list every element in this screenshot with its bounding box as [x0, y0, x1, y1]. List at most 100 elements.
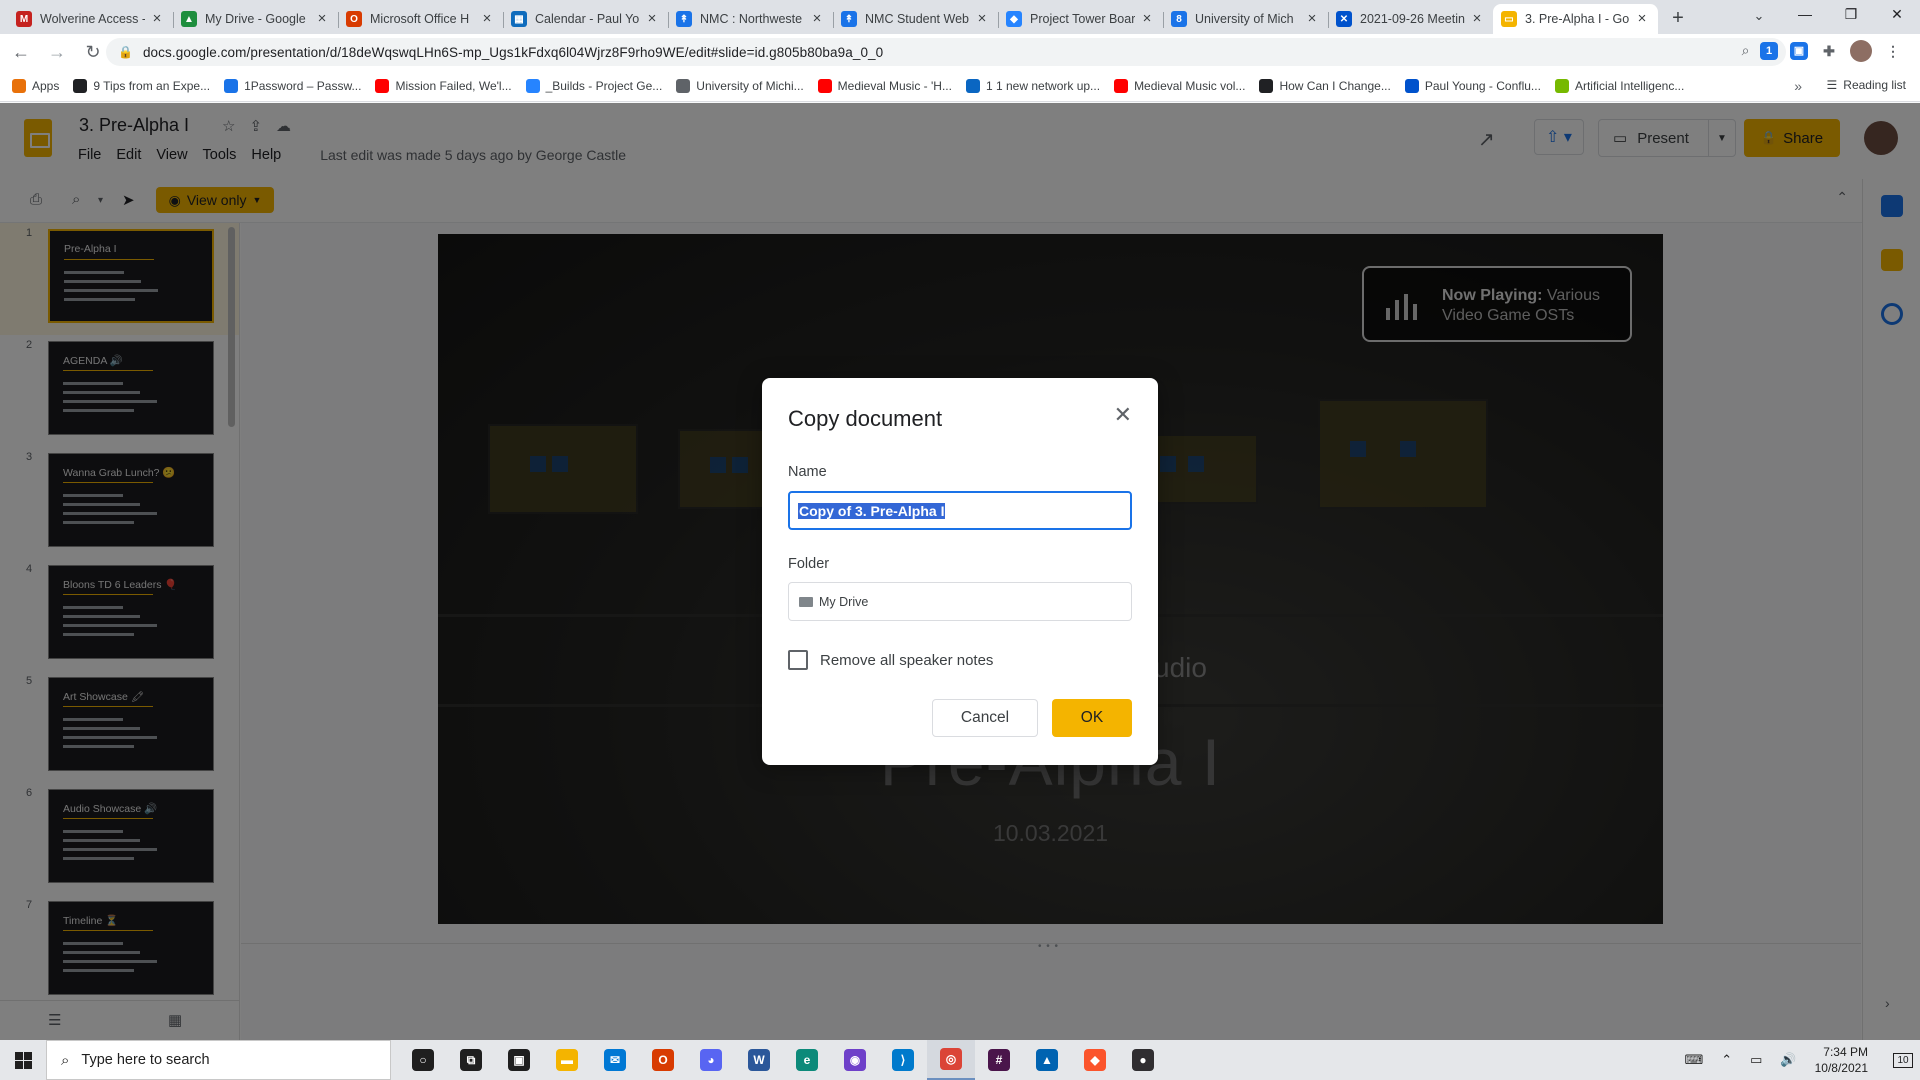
- close-tab-icon[interactable]: ×: [1304, 11, 1320, 27]
- close-tab-icon[interactable]: ×: [1469, 11, 1485, 27]
- bookmark-item[interactable]: 1 1 new network up...: [965, 78, 1100, 93]
- vscode-icon: ⟩: [892, 1049, 914, 1071]
- close-icon[interactable]: ✕: [1114, 404, 1132, 426]
- browser-tab[interactable]: ↟ NMC Student Web ×: [833, 4, 998, 34]
- close-tab-icon[interactable]: ×: [149, 11, 165, 27]
- keyboard-icon[interactable]: ⌨: [1684, 1052, 1703, 1068]
- taskbar-app-button[interactable]: ○: [399, 1040, 447, 1080]
- bookmark-item[interactable]: Paul Young - Conflu...: [1404, 78, 1541, 93]
- network-icon[interactable]: ▭: [1750, 1052, 1762, 1068]
- slack-icon: #: [988, 1049, 1010, 1071]
- taskbar-app-button[interactable]: ◕: [687, 1040, 735, 1080]
- browser-tab-strip: M Wolverine Access - × ▲ My Drive - Google …: [0, 0, 1920, 34]
- close-tab-icon[interactable]: ×: [1634, 11, 1650, 27]
- close-tab-icon[interactable]: ×: [314, 11, 330, 27]
- taskbar-app-button[interactable]: ⟩: [879, 1040, 927, 1080]
- bookmark-item[interactable]: Artificial Intelligenc...: [1554, 78, 1684, 93]
- notification-center-icon[interactable]: 10: [1886, 1040, 1920, 1080]
- onepassword-extension-icon[interactable]: 1: [1760, 42, 1778, 60]
- screen-capture-extension-icon[interactable]: ▣: [1790, 42, 1808, 60]
- more-bookmarks-chevron-icon[interactable]: »: [1794, 78, 1802, 94]
- taskbar-app-button[interactable]: ◆: [1071, 1040, 1119, 1080]
- taskbar-app-button[interactable]: ●: [1119, 1040, 1167, 1080]
- extensions-area: 1 ▣ ✚ ⋮: [1760, 40, 1902, 62]
- close-tab-icon[interactable]: ×: [1139, 11, 1155, 27]
- browser-tab[interactable]: ✕ 2021-09-26 Meetin ×: [1328, 4, 1493, 34]
- taskbar-app-button[interactable]: ▲: [1023, 1040, 1071, 1080]
- taskbar-app-button[interactable]: #: [975, 1040, 1023, 1080]
- taskbar-app-button[interactable]: W: [735, 1040, 783, 1080]
- bookmark-label: Medieval Music - 'H...: [837, 78, 952, 93]
- taskbar-app-button[interactable]: O: [639, 1040, 687, 1080]
- close-tab-icon[interactable]: ×: [809, 11, 825, 27]
- back-arrow-icon[interactable]: ←: [6, 37, 36, 67]
- tab-title: Project Tower Boar: [1030, 12, 1135, 26]
- name-input-value[interactable]: Copy of 3. Pre-Alpha I: [798, 502, 946, 519]
- browser-tab[interactable]: 8 University of Mich ×: [1163, 4, 1328, 34]
- browser-tab[interactable]: ▭ 3. Pre-Alpha I - Go ×: [1493, 4, 1658, 34]
- minimize-button[interactable]: —: [1782, 0, 1828, 30]
- taskbar-app-button[interactable]: ▬: [543, 1040, 591, 1080]
- browser-tab[interactable]: ◆ Project Tower Boar ×: [998, 4, 1163, 34]
- show-hidden-icons-chevron-icon[interactable]: ⌃: [1721, 1052, 1732, 1068]
- browser-tab[interactable]: ▦ Calendar - Paul Yo ×: [503, 4, 668, 34]
- apps-shortcut[interactable]: Apps: [12, 78, 59, 93]
- bookmark-item[interactable]: _Builds - Project Ge...: [525, 78, 662, 93]
- reload-icon[interactable]: ↻: [78, 37, 108, 67]
- taskbar-app-button[interactable]: ✉: [591, 1040, 639, 1080]
- remove-notes-row[interactable]: Remove all speaker notes: [788, 650, 993, 670]
- browser-tab[interactable]: O Microsoft Office H ×: [338, 4, 503, 34]
- umich-icon: 8: [1171, 11, 1187, 27]
- start-button[interactable]: [0, 1040, 46, 1080]
- bookmark-item[interactable]: University of Michi...: [676, 78, 804, 93]
- new-tab-button[interactable]: +: [1664, 5, 1692, 33]
- taskbar-app-button[interactable]: ⧉: [447, 1040, 495, 1080]
- extensions-puzzle-icon[interactable]: ✚: [1820, 42, 1838, 60]
- close-window-button[interactable]: ✕: [1874, 0, 1920, 30]
- lock-icon[interactable]: 🔒: [118, 45, 133, 59]
- url-text[interactable]: docs.google.com/presentation/d/18deWqswq…: [143, 45, 883, 60]
- dialog-title: Copy document: [788, 406, 943, 431]
- taskbar-app-button[interactable]: ◎: [927, 1040, 975, 1080]
- browser-tab[interactable]: ↟ NMC : Northweste ×: [668, 4, 833, 34]
- bookmark-item[interactable]: How Can I Change...: [1259, 78, 1391, 93]
- ok-button[interactable]: OK: [1052, 699, 1132, 737]
- remove-notes-checkbox[interactable]: [788, 650, 808, 670]
- taskbar-app-button[interactable]: e: [783, 1040, 831, 1080]
- name-input[interactable]: Copy of 3. Pre-Alpha I: [788, 491, 1132, 530]
- bookmark-item[interactable]: Medieval Music vol...: [1114, 78, 1245, 93]
- tab-title: Calendar - Paul Yo: [535, 12, 640, 26]
- tab-search-icon[interactable]: ⌄: [1746, 4, 1772, 30]
- volume-icon[interactable]: 🔊: [1780, 1052, 1796, 1068]
- close-tab-icon[interactable]: ×: [644, 11, 660, 27]
- cancel-button[interactable]: Cancel: [932, 699, 1038, 737]
- browser-tab[interactable]: ▲ My Drive - Google ×: [173, 4, 338, 34]
- address-bar[interactable]: 🔒 docs.google.com/presentation/d/18deWqs…: [106, 38, 1786, 66]
- browser-tab[interactable]: M Wolverine Access - ×: [8, 4, 173, 34]
- bookmark-item[interactable]: 9 Tips from an Expe...: [73, 78, 210, 93]
- bookmark-item[interactable]: Mission Failed, We'l...: [375, 78, 512, 93]
- close-tab-icon[interactable]: ×: [479, 11, 495, 27]
- forward-arrow-icon[interactable]: →: [42, 37, 72, 67]
- tabs-container: M Wolverine Access - × ▲ My Drive - Google …: [8, 4, 1658, 34]
- bookmark-item[interactable]: Medieval Music - 'H...: [817, 78, 952, 93]
- bookmark-item[interactable]: 1Password – Passw...: [224, 78, 361, 93]
- nmc-icon: ↟: [841, 11, 857, 27]
- restore-button[interactable]: ❐: [1828, 0, 1874, 30]
- taskbar-search-placeholder[interactable]: Type here to search: [81, 1052, 209, 1068]
- taskbar-app-button[interactable]: ▣: [495, 1040, 543, 1080]
- system-tray: ⌨ ⌃ ▭ 🔊 7:34 PM 10/8/2021 10: [1684, 1040, 1920, 1080]
- chrome-menu-icon[interactable]: ⋮: [1884, 42, 1902, 60]
- remove-notes-label[interactable]: Remove all speaker notes: [820, 652, 993, 669]
- reading-list-button[interactable]: ☰ Reading list: [1827, 78, 1906, 92]
- taskbar-search[interactable]: ⌕ Type here to search: [46, 1040, 391, 1080]
- office-icon: O: [652, 1049, 674, 1071]
- gmail-icon: M: [16, 11, 32, 27]
- profile-avatar[interactable]: [1850, 40, 1872, 62]
- clock[interactable]: 7:34 PM 10/8/2021: [1815, 1044, 1868, 1076]
- close-tab-icon[interactable]: ×: [974, 11, 990, 27]
- folder-picker[interactable]: My Drive: [788, 582, 1132, 621]
- zoom-icon[interactable]: ⌕: [1742, 42, 1750, 59]
- taskbar-app-button[interactable]: ◉: [831, 1040, 879, 1080]
- reading-list-label: Reading list: [1843, 78, 1906, 92]
